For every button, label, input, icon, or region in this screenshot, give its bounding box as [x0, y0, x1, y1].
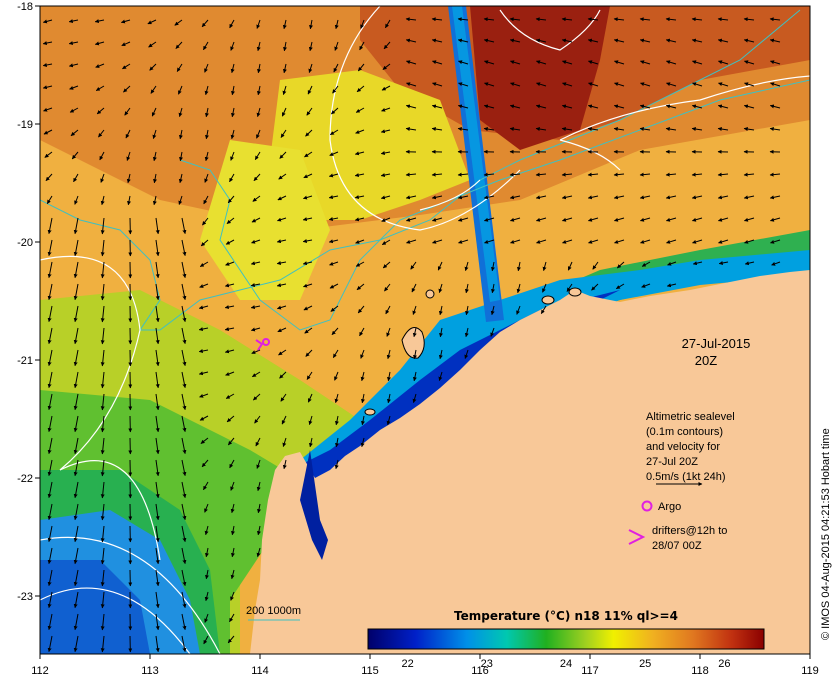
colorbar-gradient	[367, 628, 765, 650]
isobath-label: 200 1000m	[246, 605, 301, 617]
map-time: 20Z	[695, 353, 717, 368]
colorbar-tick-label: 25	[639, 658, 651, 670]
colorbar-title: Temperature (°C) n18 11% ql>=4	[454, 609, 678, 623]
legend-line-1: Altimetric sealevel	[646, 411, 735, 423]
lon-tick-label: 117	[581, 665, 599, 677]
drifters-line-1: drifters@12h to	[652, 525, 727, 537]
colorbar-tick-label: 26	[718, 658, 730, 670]
lon-tick-label: 115	[361, 665, 379, 677]
map-date: 27-Jul-2015	[682, 336, 751, 351]
lat-tick-label: -23	[17, 591, 33, 603]
lat-tick-label: -19	[17, 119, 33, 131]
lon-tick-label: 119	[801, 665, 819, 677]
colorbar-tick-label: 23	[481, 658, 493, 670]
longitude-axis: 112 113 114 115 116 117 118 119	[31, 654, 819, 677]
lon-tick-label: 112	[31, 665, 49, 677]
credit-text: © IMOS 04-Aug-2015 04:21:53 Hobart time	[820, 428, 832, 640]
legend-line-2: (0.1m contours)	[646, 426, 723, 438]
lat-tick-label: -21	[17, 355, 33, 367]
lon-tick-label: 113	[141, 665, 159, 677]
legend-line-4: 27-Jul 20Z	[646, 456, 698, 468]
legend-line-3: and velocity for	[646, 441, 720, 453]
colorbar-tick-label: 22	[401, 658, 413, 670]
lat-tick-label: -22	[17, 473, 33, 485]
lat-tick-label: -18	[17, 1, 33, 13]
lon-tick-label: 114	[251, 665, 269, 677]
sst-map: 112 113 114 115 116 117 118 119 -18-19-20-21-22…	[17, 1, 832, 677]
colorbar-tick-label: 24	[560, 658, 572, 670]
legend-line-5: 0.5m/s (1kt 24h)	[646, 471, 725, 483]
lon-tick-label: 118	[691, 665, 709, 677]
sst-field	[40, 6, 810, 654]
lat-tick-label: -20	[17, 237, 33, 249]
colorbar-ticks: 22 23 24 25 26	[401, 658, 730, 670]
argo-label: Argo	[658, 501, 681, 513]
latitude-axis: -18 -19 -20 -21 -22 -23	[17, 1, 40, 603]
drifters-line-2: 28/07 00Z	[652, 540, 702, 552]
